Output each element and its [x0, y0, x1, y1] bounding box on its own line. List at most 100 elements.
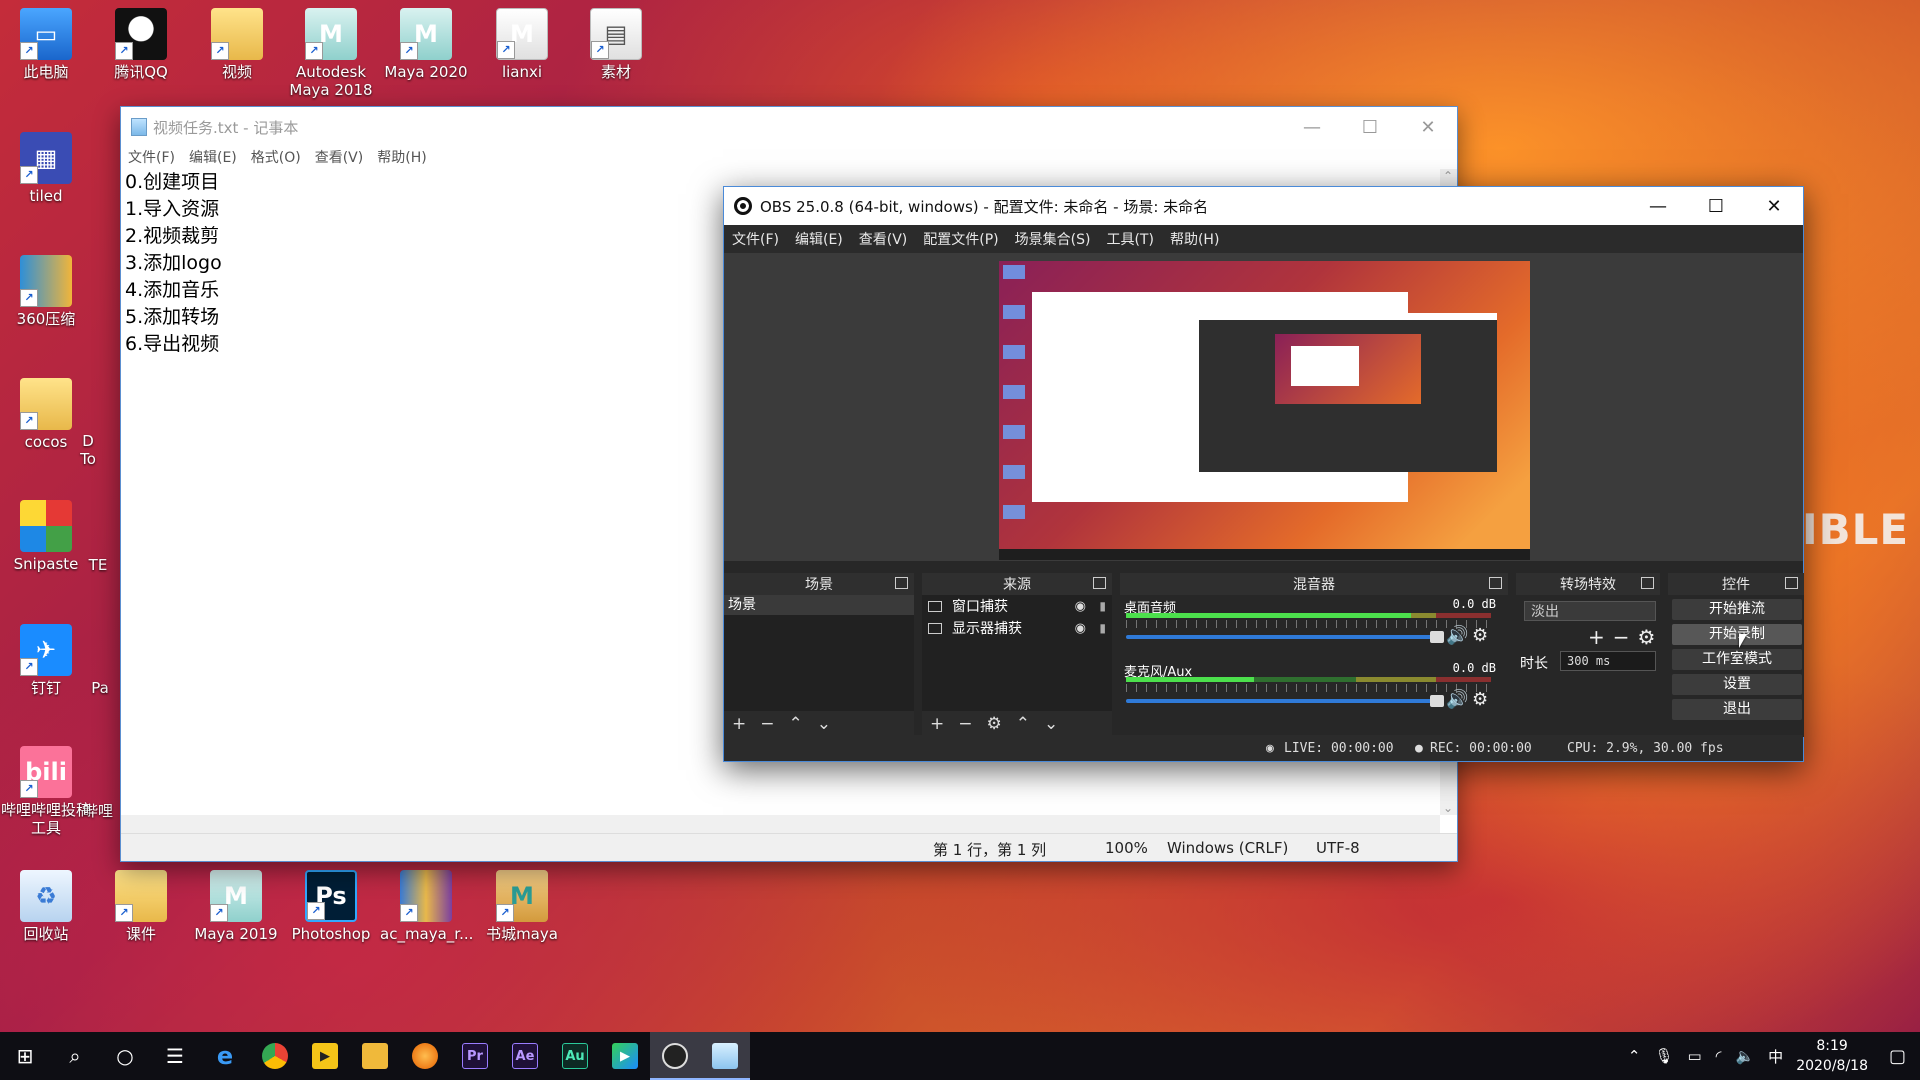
menu-file[interactable]: 文件(F): [732, 229, 779, 249]
desktop-icon-partial-bili[interactable]: 哔哩: [78, 802, 118, 820]
float-icon[interactable]: [895, 577, 908, 589]
source-item[interactable]: 显示器捕获 ◉ ▮: [922, 617, 1112, 639]
volume-slider[interactable]: [1126, 695, 1444, 707]
gear-icon[interactable]: ⚙: [1638, 625, 1656, 649]
obs-icon[interactable]: [650, 1032, 700, 1080]
desktop-icon-bilibili-upload[interactable]: bili 哔哩哔哩投稿工具: [0, 746, 92, 837]
minimize-button[interactable]: —: [1629, 187, 1687, 225]
close-button[interactable]: ✕: [1745, 187, 1803, 225]
file-explorer-icon[interactable]: [350, 1032, 400, 1080]
desktop-icon-tiled[interactable]: ▦ tiled: [0, 132, 92, 205]
float-icon[interactable]: [1093, 577, 1106, 589]
firefox-icon[interactable]: [400, 1032, 450, 1080]
potplayer-icon[interactable]: ▶: [300, 1032, 350, 1080]
menu-edit[interactable]: 编辑(E): [189, 147, 237, 169]
menu-edit[interactable]: 编辑(E): [795, 229, 843, 249]
add-icon[interactable]: +: [732, 714, 746, 734]
eye-icon[interactable]: ◉: [1075, 621, 1086, 636]
scene-item[interactable]: 场景: [724, 595, 914, 615]
add-icon[interactable]: +: [930, 714, 944, 734]
remove-icon[interactable]: −: [958, 714, 972, 734]
cortana-icon[interactable]: ○: [100, 1032, 150, 1080]
desktop-icon-ac-maya[interactable]: ac_maya_r...: [380, 870, 473, 943]
desktop-icon-maya-2019[interactable]: M Maya 2019: [190, 870, 282, 943]
search-icon[interactable]: ⌕: [50, 1032, 100, 1080]
gear-icon[interactable]: ⚙: [1472, 625, 1488, 646]
desktop-icon-kejian[interactable]: 课件: [95, 870, 187, 943]
source-item[interactable]: 窗口捕获 ◉ ▮: [922, 595, 1112, 617]
maximize-button[interactable]: ☐: [1341, 107, 1399, 147]
media-player-icon[interactable]: ▶: [600, 1032, 650, 1080]
menu-tools[interactable]: 工具(T): [1106, 229, 1153, 249]
studio-mode-button[interactable]: 工作室模式: [1672, 649, 1802, 670]
desktop-icon-recycle-bin[interactable]: ♻ 回收站: [0, 870, 92, 943]
menu-view[interactable]: 查看(V): [315, 147, 364, 169]
network-icon[interactable]: ◜: [1716, 1047, 1722, 1065]
desktop-icon-maya-2020[interactable]: M Maya 2020: [380, 8, 472, 81]
edge-icon[interactable]: e: [200, 1032, 250, 1080]
remove-icon[interactable]: −: [1613, 625, 1630, 649]
audition-icon[interactable]: Au: [550, 1032, 600, 1080]
menu-help[interactable]: 帮助(H): [377, 147, 426, 169]
preview-canvas[interactable]: [999, 261, 1530, 560]
lock-icon[interactable]: ▮: [1099, 621, 1106, 635]
maximize-button[interactable]: ☐: [1687, 187, 1745, 225]
desktop-icon-lianxi[interactable]: M lianxi: [476, 8, 568, 81]
move-down-icon[interactable]: ⌄: [817, 714, 831, 734]
after-effects-icon[interactable]: Ae: [500, 1032, 550, 1080]
gear-icon[interactable]: ⚙: [1472, 689, 1488, 710]
desktop-icon-partial-pa[interactable]: Pa: [80, 679, 120, 697]
float-icon[interactable]: [1489, 577, 1502, 589]
move-up-icon[interactable]: ⌃: [1016, 714, 1030, 734]
menu-file[interactable]: 文件(F): [128, 147, 175, 169]
chrome-icon[interactable]: [250, 1032, 300, 1080]
start-streaming-button[interactable]: 开始推流: [1672, 599, 1802, 620]
desktop-icon-sucai[interactable]: ▤ 素材: [570, 8, 662, 81]
move-up-icon[interactable]: ⌃: [789, 714, 803, 734]
transition-select[interactable]: 淡出: [1524, 601, 1656, 621]
notepad-titlebar[interactable]: 视频任务.txt - 记事本: [121, 107, 1457, 147]
clock[interactable]: 8:19 2020/8/18: [1796, 1036, 1868, 1076]
speaker-icon[interactable]: 🔊: [1446, 689, 1468, 710]
desktop-icon-qq[interactable]: 腾讯QQ: [95, 8, 187, 81]
menu-profile[interactable]: 配置文件(P): [923, 229, 998, 249]
obs-window[interactable]: OBS 25.0.8 (64-bit, windows) - 配置文件: 未命名…: [723, 186, 1804, 762]
desktop-icon-partial-d[interactable]: D To: [68, 432, 108, 468]
gear-icon[interactable]: ⚙: [987, 714, 1002, 734]
settings-button[interactable]: 设置: [1672, 674, 1802, 695]
microphone-icon[interactable]: 🎙: [1654, 1047, 1673, 1065]
float-icon[interactable]: [1785, 577, 1798, 589]
desktop-icon-partial-te[interactable]: TE: [78, 556, 118, 574]
task-view-icon[interactable]: ☰: [150, 1032, 200, 1080]
battery-icon[interactable]: ▭: [1687, 1047, 1701, 1065]
desktop-icon-360zip[interactable]: 360压缩: [0, 255, 92, 328]
start-recording-button[interactable]: 开始录制: [1672, 624, 1802, 645]
chevron-up-icon[interactable]: ⌃: [1628, 1047, 1641, 1065]
move-down-icon[interactable]: ⌄: [1044, 714, 1058, 734]
menu-scene-collection[interactable]: 场景集合(S): [1015, 229, 1091, 249]
eye-icon[interactable]: ◉: [1075, 599, 1086, 614]
duration-spinbox[interactable]: 300 ms: [1560, 651, 1656, 671]
premiere-icon[interactable]: Pr: [450, 1032, 500, 1080]
menu-view[interactable]: 查看(V): [859, 229, 908, 249]
horizontal-scrollbar[interactable]: [121, 815, 1440, 833]
ime-indicator[interactable]: 中: [1768, 1046, 1783, 1067]
notification-icon[interactable]: ▢: [1889, 1046, 1906, 1067]
lock-icon[interactable]: ▮: [1099, 599, 1106, 613]
desktop-icon-photoshop[interactable]: Ps Photoshop: [285, 870, 377, 943]
remove-icon[interactable]: −: [760, 714, 774, 734]
exit-button[interactable]: 退出: [1672, 699, 1802, 720]
volume-icon[interactable]: 🔈: [1735, 1047, 1754, 1065]
desktop-icon-dingtalk[interactable]: ✈ 钉钉: [0, 624, 92, 697]
volume-slider[interactable]: [1126, 631, 1444, 643]
desktop-icon-video-folder[interactable]: 视频: [191, 8, 283, 81]
desktop-icon-shucheng-maya[interactable]: M 书城maya: [476, 870, 568, 943]
menu-format[interactable]: 格式(O): [251, 147, 301, 169]
minimize-button[interactable]: —: [1283, 107, 1341, 147]
desktop-icon-this-pc[interactable]: ▭ 此电脑: [0, 8, 92, 81]
add-icon[interactable]: +: [1588, 625, 1605, 649]
speaker-icon[interactable]: 🔊: [1446, 625, 1468, 646]
float-icon[interactable]: [1641, 577, 1654, 589]
notepad-icon[interactable]: [700, 1032, 750, 1080]
menu-help[interactable]: 帮助(H): [1170, 229, 1219, 249]
